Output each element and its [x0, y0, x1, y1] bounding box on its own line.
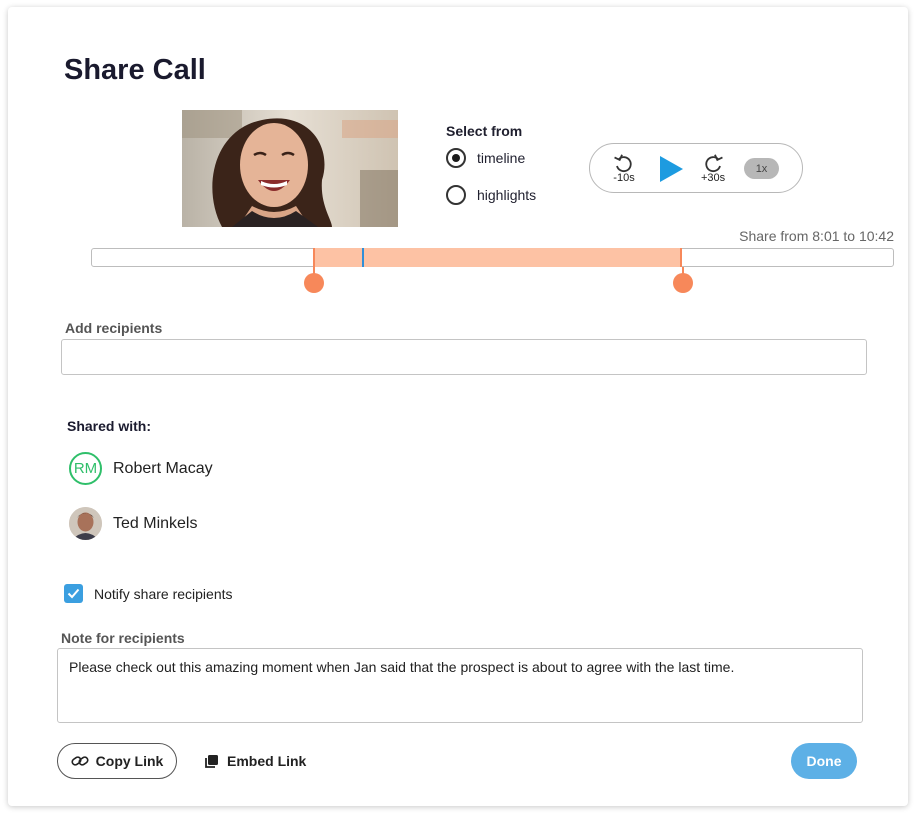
person-name: Robert Macay [113, 459, 213, 477]
timeline-selection[interactable] [313, 248, 682, 267]
shared-person-row: RM Robert Macay [69, 452, 213, 485]
share-range-text: Share from 8:01 to 10:42 [739, 228, 894, 244]
embed-copy-icon [205, 754, 218, 768]
dialog-title: Share Call [64, 54, 206, 86]
avatar-initials: RM [69, 452, 102, 485]
forward-label: +30s [701, 172, 726, 184]
embed-link-label: Embed Link [227, 753, 307, 769]
copy-link-label: Copy Link [95, 753, 164, 769]
add-recipients-label: Add recipients [65, 320, 163, 336]
share-call-dialog: Share Call Select from timeline highligh… [8, 7, 908, 806]
radio-highlights[interactable]: highlights [446, 185, 536, 205]
link-icon [71, 756, 89, 766]
notify-recipients-toggle[interactable]: Notify share recipients [64, 584, 233, 603]
rewind-button[interactable]: -10s [613, 154, 635, 184]
player-controls: -10s +30s 1x [589, 143, 803, 193]
speaker-portrait-thumbnail [182, 110, 398, 227]
play-icon [660, 156, 683, 182]
person-name: Ted Minkels [113, 514, 198, 532]
copy-link-button[interactable]: Copy Link [57, 743, 177, 779]
add-recipients-input[interactable] [61, 339, 867, 375]
note-textarea[interactable]: Please check out this amazing moment whe… [57, 648, 863, 723]
forward-icon [705, 154, 723, 173]
notify-label: Notify share recipients [94, 585, 233, 602]
start-handle[interactable] [304, 273, 324, 293]
notify-checkbox[interactable] [64, 584, 83, 603]
timeline-track[interactable] [91, 248, 894, 293]
shared-person-row: Ted Minkels [69, 507, 197, 540]
play-button[interactable] [657, 154, 685, 189]
radio-timeline[interactable]: timeline [446, 148, 525, 168]
radio-selected-indicator[interactable] [446, 148, 466, 168]
rewind-icon [614, 154, 632, 173]
rewind-label: -10s [613, 172, 635, 184]
done-button[interactable]: Done [791, 743, 857, 779]
note-label: Note for recipients [61, 630, 185, 646]
playback-speed-button[interactable]: 1x [744, 158, 779, 179]
end-handle[interactable] [673, 273, 693, 293]
embed-link-button[interactable]: Embed Link [204, 743, 306, 779]
checkmark-icon [67, 588, 80, 599]
playhead[interactable] [362, 248, 364, 267]
radio-highlights-label: highlights [477, 187, 537, 203]
radio-timeline-label: timeline [477, 150, 526, 166]
avatar-photo [69, 507, 102, 540]
video-thumbnail[interactable] [182, 110, 398, 227]
forward-button[interactable]: +30s [701, 154, 725, 184]
shared-with-label: Shared with: [67, 418, 152, 434]
person-portrait-icon [69, 507, 102, 540]
radio-unselected-indicator[interactable] [446, 185, 466, 205]
select-from-label: Select from [446, 123, 523, 139]
